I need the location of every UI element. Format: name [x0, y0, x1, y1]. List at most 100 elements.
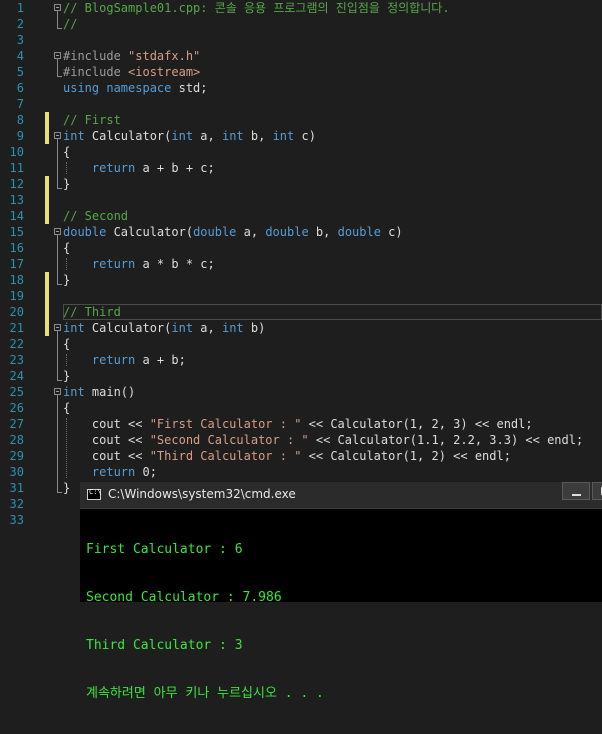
preprocessor-token: #include [63, 49, 129, 63]
code-line[interactable]: 9 int Calculator(int a, int b, int c) [0, 128, 602, 144]
code-token: a * b * c; [135, 257, 215, 271]
keyword-token: return [63, 353, 136, 367]
keyword-token: int [63, 385, 85, 399]
code-line[interactable]: 16 { [0, 240, 602, 256]
code-line[interactable]: 21 int Calculator(int a, int b) [0, 320, 602, 336]
minimize-button[interactable] [562, 482, 590, 500]
code-text[interactable]: } [63, 272, 70, 288]
code-text[interactable]: { [63, 336, 70, 352]
line-number: 33 [9, 513, 24, 527]
code-token: { [63, 241, 71, 255]
keyword-token: int [221, 321, 244, 335]
console-output[interactable]: First Calculator : 6 Second Calculator :… [86, 510, 324, 734]
code-token: Calculator( [84, 129, 172, 143]
line-number: 18 [9, 273, 24, 287]
comment-token: // BlogSample01.cpp: 콘솔 응용 프로그램의 진입점을 정의… [63, 1, 450, 15]
code-text[interactable]: using namespace std; [63, 80, 208, 96]
code-token: << Calculator(1.1, 2.2, 3.3) << endl; [308, 433, 584, 447]
code-text[interactable]: // BlogSample01.cpp: 콘솔 응용 프로그램의 진입점을 정의… [63, 0, 450, 16]
code-line[interactable]: 29 cout << "Third Calculator : " << Calc… [0, 448, 602, 464]
code-text[interactable]: } [63, 480, 70, 496]
string-token: "First Calculator : " [149, 417, 302, 431]
code-line[interactable]: 11 return a + b + c; [0, 160, 602, 176]
code-line[interactable]: 26 { [0, 400, 602, 416]
code-token: a + b + c; [135, 161, 215, 175]
code-line[interactable]: 27 cout << "First Calculator : " << Calc… [0, 416, 602, 432]
code-line[interactable]: 2 // [0, 16, 602, 32]
code-token: 0; [135, 465, 157, 479]
code-text[interactable]: { [63, 240, 70, 256]
code-token: } [63, 369, 71, 383]
maximize-button[interactable] [592, 482, 602, 500]
code-text[interactable]: int Calculator(int a, int b, int c) [63, 128, 316, 144]
code-token: a, [193, 129, 222, 143]
code-line[interactable]: 20 // Third [0, 304, 602, 320]
line-number: 23 [9, 353, 24, 367]
code-text[interactable]: // Third [63, 304, 121, 320]
comment-token: // Third [63, 305, 121, 319]
code-line[interactable]: 10 { [0, 144, 602, 160]
code-line[interactable]: 3 [0, 32, 602, 48]
console-title-bar[interactable]: C:\Windows\system32\cmd.exe [80, 482, 602, 509]
code-text[interactable]: // [63, 16, 77, 32]
code-line[interactable]: 18} [0, 272, 602, 288]
code-line[interactable]: 23 return a + b; [0, 352, 602, 368]
code-token: b) [243, 321, 266, 335]
code-line[interactable]: 14 // Second [0, 208, 602, 224]
code-line[interactable]: 25 int main() [0, 384, 602, 400]
code-text[interactable]: return a + b; [63, 352, 186, 368]
console-line: 계속하려면 아무 키나 누르십시오 . . . [86, 686, 324, 701]
code-text[interactable]: int Calculator(int a, int b) [63, 320, 265, 336]
code-line[interactable]: 19 [0, 288, 602, 304]
line-number: 14 [9, 209, 24, 223]
code-line[interactable]: 30 return 0; [0, 464, 602, 480]
code-line[interactable]: 17 return a * b * c; [0, 256, 602, 272]
code-text[interactable]: #include "stdafx.h" [63, 48, 200, 64]
comment-token: // Second [63, 209, 129, 223]
code-token: } [63, 481, 71, 495]
console-line: Second Calculator : 7.986 [86, 590, 282, 605]
keyword-token: return [63, 257, 136, 271]
keyword-token: int [63, 129, 85, 143]
code-text[interactable]: { [63, 400, 70, 416]
line-number: 22 [9, 337, 24, 351]
code-text[interactable]: cout << "First Calculator : " << Calcula… [63, 416, 533, 432]
console-window[interactable]: C:\Windows\system32\cmd.exe First Calcul… [80, 482, 602, 701]
code-line[interactable]: 22 { [0, 336, 602, 352]
code-token: b, [308, 225, 338, 239]
code-line[interactable]: 15 double Calculator(double a, double b, … [0, 224, 602, 240]
code-line[interactable]: 13 [0, 192, 602, 208]
code-text[interactable]: // Second [63, 208, 128, 224]
code-text[interactable]: // First [63, 112, 121, 128]
line-number: 12 [9, 177, 24, 191]
code-text[interactable]: return 0; [63, 464, 157, 480]
code-text[interactable]: return a + b + c; [63, 160, 215, 176]
code-token: { [63, 401, 71, 415]
code-line[interactable]: 8 // First [0, 112, 602, 128]
code-line[interactable]: 1 // BlogSample01.cpp: 콘솔 응용 프로그램의 진입점을 정… [0, 0, 602, 16]
code-text[interactable]: { [63, 144, 70, 160]
keyword-token: int [171, 129, 194, 143]
code-text[interactable]: cout << "Third Calculator : " << Calcula… [63, 448, 511, 464]
code-line[interactable]: 7 [0, 96, 602, 112]
code-token: c) [294, 129, 316, 143]
code-text[interactable]: cout << "Second Calculator : " << Calcul… [63, 432, 583, 448]
code-line[interactable]: 12} [0, 176, 602, 192]
code-line[interactable]: 5 #include <iostream> [0, 64, 602, 80]
line-number: 8 [16, 113, 24, 127]
keyword-token: double [63, 225, 107, 239]
keyword-token: double [265, 225, 309, 239]
console-line: Third Calculator : 3 [86, 638, 243, 653]
code-text[interactable]: } [63, 176, 70, 192]
code-line[interactable]: 6 using namespace std; [0, 80, 602, 96]
code-text[interactable]: return a * b * c; [63, 256, 215, 272]
code-text[interactable]: double Calculator(double a, double b, do… [63, 224, 403, 240]
comment-token: // [63, 17, 78, 31]
code-token: } [63, 177, 71, 191]
code-text[interactable]: #include <iostream> [63, 64, 200, 80]
code-line[interactable]: 4 #include "stdafx.h" [0, 48, 602, 64]
code-line[interactable]: 28 cout << "Second Calculator : " << Cal… [0, 432, 602, 448]
code-text[interactable]: } [63, 368, 70, 384]
code-line[interactable]: 24} [0, 368, 602, 384]
code-text[interactable]: int main() [63, 384, 135, 400]
